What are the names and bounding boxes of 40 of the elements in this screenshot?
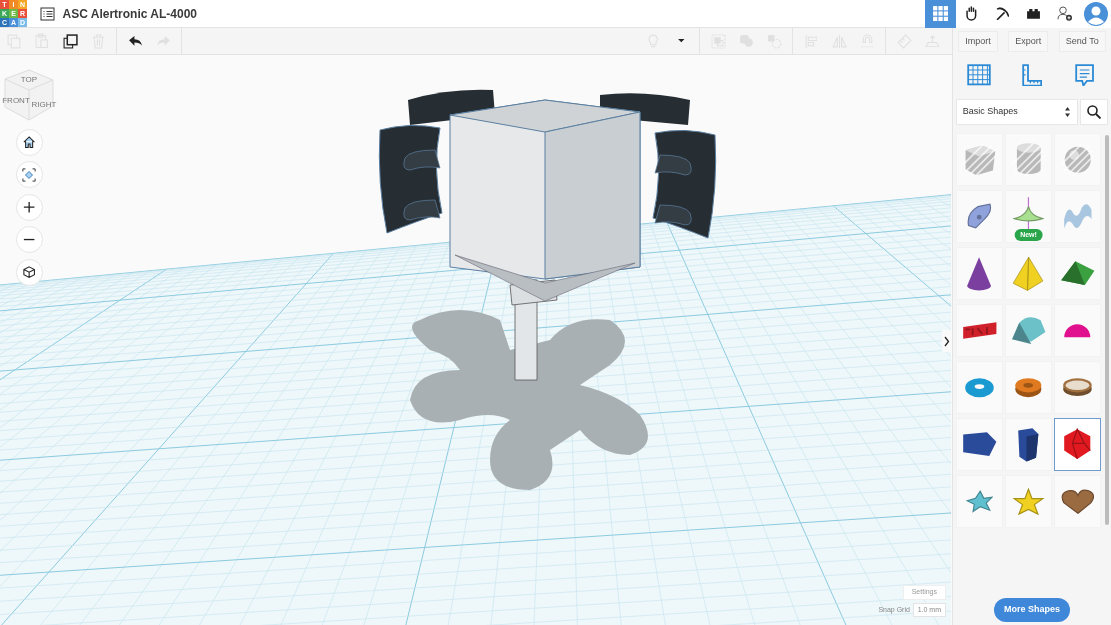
caret-icon: [676, 38, 686, 44]
project-title: ASC Alertronic AL-4000: [62, 5, 197, 23]
view-control-button[interactable]: [15, 193, 43, 221]
fit-view-icon: [22, 167, 36, 182]
workplane-icon: [967, 64, 992, 86]
undo-icon: [127, 35, 143, 47]
view-cube[interactable]: [4, 69, 54, 121]
list-icon: [39, 6, 55, 21]
chevron-right-icon: [944, 335, 950, 347]
plus-icon: [22, 200, 36, 214]
category-label: Basic Shapes: [962, 105, 1018, 119]
action-button[interactable]: Export: [1008, 31, 1049, 52]
cube-front-label: FRONT: [2, 96, 30, 105]
avatar-icon: [1082, 0, 1109, 27]
grid-icon: [931, 4, 950, 23]
more-shapes-button[interactable]: More Shapes: [994, 598, 1070, 622]
cube-top-label: TOP: [20, 75, 38, 84]
minus-icon: [22, 237, 36, 242]
cube-icon: [22, 265, 36, 279]
note-icon: [1075, 63, 1095, 87]
account-button[interactable]: [1080, 0, 1111, 28]
home-icon: [22, 135, 36, 149]
view-control-button[interactable]: [15, 258, 43, 286]
scrollbar[interactable]: [1105, 135, 1109, 525]
pickaxe-icon: [995, 6, 1010, 21]
add-user-icon: [1056, 5, 1073, 22]
hand-icon: [966, 6, 977, 21]
cube-right-label: RIGHT: [31, 100, 57, 109]
ruler-icon: [1021, 63, 1043, 87]
view-control-button[interactable]: [15, 128, 43, 156]
category-dropdown[interactable]: Basic Shapes: [955, 99, 1078, 125]
collapse-button[interactable]: [942, 330, 952, 352]
shape-tile[interactable]: [1054, 418, 1101, 471]
search-button[interactable]: [1080, 99, 1109, 125]
search-icon: [1087, 104, 1102, 120]
action-button[interactable]: Import: [958, 31, 998, 52]
brick-icon: [1026, 7, 1041, 20]
duplicate-icon: [62, 33, 78, 49]
action-button[interactable]: Send To: [1058, 31, 1106, 52]
sort-icon: [1063, 106, 1071, 118]
